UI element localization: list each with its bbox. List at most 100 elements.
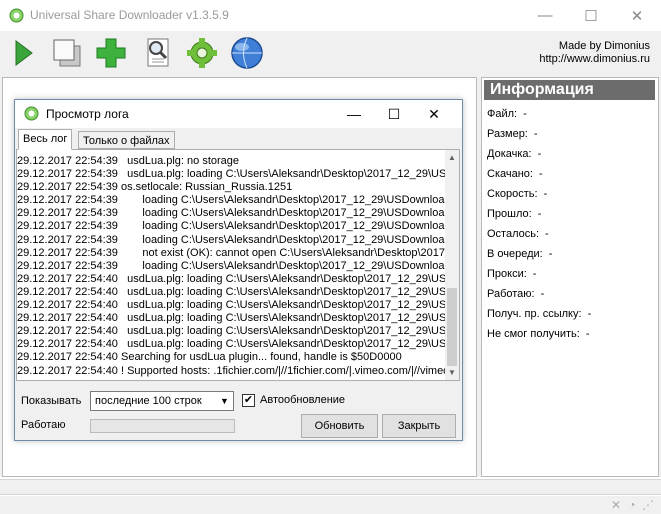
info-row: Скорость: -	[487, 188, 547, 200]
log-line: 29.12.2017 22:54:39 not exist (OK): cann…	[17, 246, 445, 259]
log-line: 29.12.2017 22:54:39 usdLua.plg: no stora…	[17, 155, 240, 167]
start-button[interactable]	[6, 35, 42, 71]
info-row: В очереди: -	[487, 248, 552, 260]
status-bar-bottom	[0, 496, 661, 514]
info-row-label: Не смог получить:	[487, 328, 580, 340]
info-row: Работаю: -	[487, 288, 544, 300]
info-row: Прокси: -	[487, 268, 536, 280]
info-row: Докачка: -	[487, 148, 541, 160]
log-dialog-logo-icon	[24, 106, 39, 121]
log-lines: 29.12.2017 22:54:39 usdLua.plg: no stora…	[17, 155, 445, 380]
show-label: Показывать	[21, 395, 82, 407]
speed-icon[interactable]: ◔	[625, 498, 639, 512]
tab-files-only[interactable]: Только о файлах	[78, 131, 175, 149]
info-row-value: -	[537, 208, 542, 220]
play-icon	[15, 40, 33, 66]
log-dialog-title: Просмотр лога	[46, 107, 129, 121]
info-row-value: -	[543, 188, 548, 200]
info-row: Не смог получить: -	[487, 328, 590, 340]
info-row-value: -	[538, 168, 543, 180]
info-row-value: -	[537, 148, 542, 160]
scroll-thumb[interactable]	[447, 288, 457, 366]
log-line: 29.12.2017 22:54:39 loading C:\Users\Ale…	[17, 207, 445, 220]
info-row-value: -	[545, 228, 549, 240]
auto-refresh-checkbox[interactable]: ✔	[242, 394, 255, 407]
globe-icon	[231, 37, 263, 69]
made-by-url[interactable]: http://www.dimonius.ru	[539, 53, 650, 66]
info-row: Размер: -	[487, 128, 538, 140]
copy-button[interactable]	[49, 35, 85, 71]
auto-refresh-label[interactable]: Автообновление	[260, 394, 345, 406]
info-row-value: -	[548, 248, 553, 260]
info-row-label: Получ. пр. ссылку:	[487, 308, 582, 320]
disconnect-icon[interactable]: ✕	[609, 498, 623, 512]
copy-icon	[53, 39, 81, 67]
log-maximize-button[interactable]: ☐	[374, 100, 414, 128]
working-label: Работаю	[21, 419, 66, 431]
info-row-label: Размер:	[487, 128, 528, 140]
add-icon	[96, 38, 126, 68]
info-row-label: Прокси:	[487, 268, 527, 280]
info-row-value: -	[532, 268, 537, 280]
made-by-author: Made by Dimonius	[558, 40, 650, 52]
gear-icon	[187, 38, 217, 68]
log-line: 29.12.2017 22:54:40 usdLua.plg: loading …	[17, 272, 445, 285]
log-minimize-button[interactable]: —	[334, 100, 374, 128]
website-button[interactable]	[229, 35, 265, 71]
info-row-label: Файл:	[487, 108, 518, 120]
log-line: 29.12.2017 22:54:39 loading C:\Users\Ale…	[17, 259, 445, 272]
log-line: 29.12.2017 22:54:40 ! Supported hosts: .…	[17, 364, 445, 377]
info-row-label: Осталось:	[487, 228, 540, 240]
log-line: 29.12.2017 22:54:39 os.setlocale: Russia…	[17, 181, 293, 194]
made-by: Made by Dimonius http://www.dimonius.ru	[539, 40, 650, 66]
log-line: 29.12.2017 22:54:39 loading C:\Users\Ale…	[17, 233, 445, 246]
scroll-up-icon[interactable]: ▲	[445, 151, 459, 165]
settings-button[interactable]	[184, 35, 220, 71]
info-row-label: Скорость:	[487, 188, 538, 200]
log-line: 29.12.2017 22:54:40 usdLua.plg: loading …	[17, 285, 445, 298]
log-close-button[interactable]: ✕	[414, 100, 454, 128]
status-bar	[0, 479, 661, 495]
log-line: 29.12.2017 22:54:39 usdLua.plg: loading …	[17, 168, 445, 181]
close-dialog-button[interactable]: Закрыть	[382, 414, 456, 438]
info-row-value: -	[585, 328, 590, 340]
log-line: 29.12.2017 22:54:40 usdLua.plg: loading …	[17, 338, 445, 351]
progress-bar	[90, 419, 235, 433]
document-search-icon	[147, 38, 169, 67]
log-view-button[interactable]	[139, 35, 175, 71]
resize-grip-icon[interactable]: ⋰	[641, 498, 655, 512]
info-row-label: Докачка:	[487, 148, 532, 160]
info-row: Получ. пр. ссылку: -	[487, 308, 591, 320]
log-line: 29.12.2017 22:54:40 usdLua.plg: loading …	[17, 312, 445, 325]
info-row: Осталось: -	[487, 228, 549, 240]
info-row-value: -	[587, 308, 592, 320]
tab-all-log[interactable]: Весь лог	[18, 129, 73, 150]
info-row: Прошло: -	[487, 208, 541, 220]
info-row-value: -	[533, 128, 538, 140]
status-icons: ✕ ◔ ⋰	[609, 498, 655, 512]
refresh-button[interactable]: Обновить	[301, 414, 378, 438]
info-row-label: Прошло:	[487, 208, 532, 220]
log-line: 29.12.2017 22:54:39 loading C:\Users\Ale…	[17, 220, 445, 233]
log-line: 29.12.2017 22:54:40 usdLua.plg: loading …	[17, 325, 445, 338]
info-row-label: Работаю:	[487, 288, 535, 300]
info-row-label: Скачано:	[487, 168, 533, 180]
close-button[interactable]: ✕	[614, 0, 660, 31]
info-row-value: -	[523, 108, 527, 120]
info-row-label: В очереди:	[487, 248, 543, 260]
show-lines-select[interactable]: последние 100 строк	[90, 391, 234, 411]
log-line: 29.12.2017 22:54:40 usdLua.plg: loading …	[17, 299, 445, 312]
scroll-down-icon[interactable]: ▼	[445, 366, 459, 380]
info-row: Файл: -	[487, 108, 527, 120]
app-logo-icon	[9, 8, 24, 23]
maximize-button[interactable]: ☐	[568, 0, 614, 31]
add-button[interactable]	[93, 35, 129, 71]
info-header: Информация	[484, 80, 655, 100]
log-line: 29.12.2017 22:54:40 Searching for usdLua…	[17, 351, 402, 364]
chevron-down-icon[interactable]: ▼	[216, 392, 233, 410]
log-line: 29.12.2017 22:54:39 loading C:\Users\Ale…	[17, 194, 445, 207]
info-row-value: -	[540, 288, 545, 300]
minimize-button[interactable]: —	[522, 0, 568, 31]
info-row: Скачано: -	[487, 168, 543, 180]
app-title: Universal Share Downloader v1.3.5.9	[30, 8, 229, 22]
